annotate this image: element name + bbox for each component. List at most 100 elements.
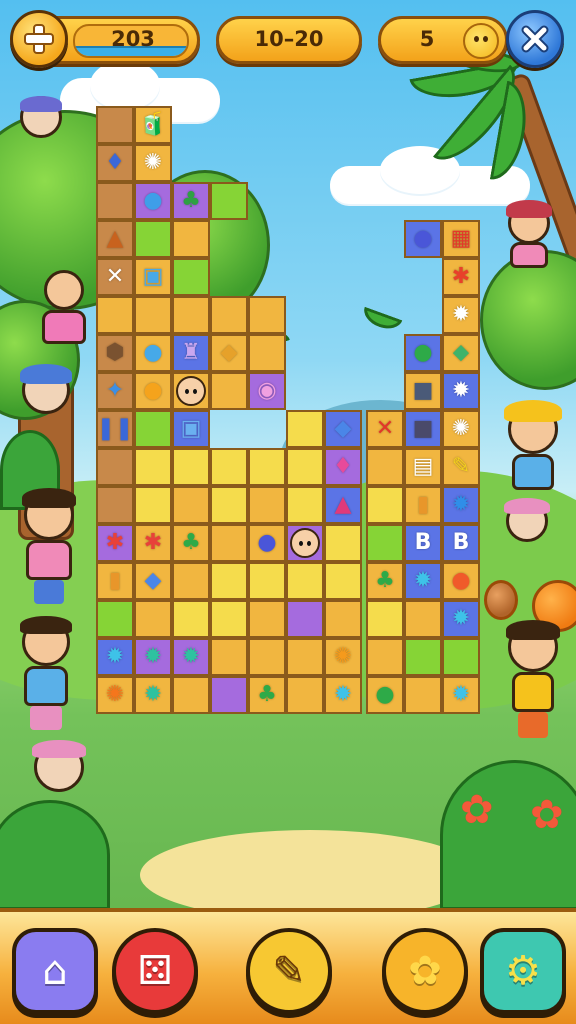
board-cell-empty[interactable] xyxy=(286,562,324,600)
board-tile[interactable]: ✱ xyxy=(96,524,134,562)
board-tile[interactable]: ✦ xyxy=(96,372,134,410)
board-cell-empty[interactable] xyxy=(134,220,172,258)
board-cell-empty[interactable] xyxy=(286,410,324,448)
board-tile[interactable]: ✹ xyxy=(442,676,480,714)
board-cell-empty[interactable] xyxy=(286,524,324,562)
board-tile[interactable]: ● xyxy=(404,334,442,372)
board-tile[interactable]: ✹ xyxy=(324,676,362,714)
board-tile[interactable]: ♦ xyxy=(96,144,134,182)
board-tile[interactable]: ✕ xyxy=(366,410,404,448)
board-tile[interactable]: ✹ xyxy=(442,486,480,524)
board-tile[interactable]: ▣ xyxy=(134,258,172,296)
board-cell-empty[interactable] xyxy=(324,562,362,600)
board-cell-empty[interactable] xyxy=(172,448,210,486)
board-tile[interactable]: ■ xyxy=(404,372,442,410)
board-cell-empty[interactable] xyxy=(172,296,210,334)
board-tile[interactable]: ✺ xyxy=(134,144,172,182)
board-cell-empty[interactable] xyxy=(442,638,480,676)
board-cell-empty[interactable] xyxy=(248,296,286,334)
board-tile[interactable]: ◆ xyxy=(210,334,248,372)
board-tile[interactable]: ● xyxy=(134,334,172,372)
board-tile[interactable]: ▤ xyxy=(404,448,442,486)
board-cell-empty[interactable] xyxy=(248,600,286,638)
board-cell-empty[interactable] xyxy=(210,372,248,410)
add-button[interactable] xyxy=(10,10,68,68)
board-cell-empty[interactable] xyxy=(366,600,404,638)
board-tile[interactable]: ✱ xyxy=(442,258,480,296)
board-cell-empty[interactable] xyxy=(366,448,404,486)
board-cell-empty[interactable] xyxy=(404,638,442,676)
board-cell-empty[interactable] xyxy=(366,486,404,524)
search-settings-button[interactable]: ⚙ xyxy=(480,928,566,1014)
board-tile[interactable]: ▲ xyxy=(324,486,362,524)
board-tile[interactable]: ✹ xyxy=(442,372,480,410)
board-tile[interactable]: ● xyxy=(134,182,172,220)
board-tile[interactable]: ● xyxy=(248,524,286,562)
board-cell-empty[interactable] xyxy=(210,296,248,334)
board-cell-empty[interactable] xyxy=(404,676,442,714)
board-cell-empty[interactable] xyxy=(172,676,210,714)
board-tile[interactable]: ✹ xyxy=(442,600,480,638)
board-cell-empty[interactable] xyxy=(248,486,286,524)
board-cell-empty[interactable] xyxy=(210,182,248,220)
board-tile[interactable]: ✹ xyxy=(172,638,210,676)
board-cell-empty[interactable] xyxy=(172,600,210,638)
board-cell-empty[interactable] xyxy=(248,334,286,372)
board-cell-empty[interactable] xyxy=(134,486,172,524)
board-tile[interactable]: ♣ xyxy=(366,562,404,600)
board-cell-empty[interactable] xyxy=(366,524,404,562)
board-tile[interactable]: ▮ xyxy=(404,486,442,524)
board-tile[interactable]: ✹ xyxy=(96,638,134,676)
board-tile[interactable]: ⬥ xyxy=(442,334,480,372)
brush-button[interactable]: ✎ xyxy=(246,928,332,1014)
board-tile[interactable]: ✎ xyxy=(442,448,480,486)
board-tile[interactable]: ✱ xyxy=(134,524,172,562)
board-cell-empty[interactable] xyxy=(172,372,210,410)
dice-button[interactable]: ⚄ xyxy=(112,928,198,1014)
board-tile[interactable]: ❚❚ xyxy=(96,410,134,448)
board-cell-empty[interactable] xyxy=(134,410,172,448)
board-cell-empty[interactable] xyxy=(248,562,286,600)
board-cell-empty[interactable] xyxy=(286,638,324,676)
board-cell-empty[interactable] xyxy=(172,220,210,258)
board-cell-empty[interactable] xyxy=(210,562,248,600)
board-tile[interactable]: ● xyxy=(366,676,404,714)
board-cell-empty[interactable] xyxy=(96,600,134,638)
board-cell-empty[interactable] xyxy=(286,676,324,714)
board-cell-empty[interactable] xyxy=(366,638,404,676)
board-tile[interactable]: ✺ xyxy=(324,638,362,676)
board-tile[interactable]: ▮ xyxy=(96,562,134,600)
board-cell-empty[interactable] xyxy=(210,600,248,638)
board-cell-empty[interactable] xyxy=(210,638,248,676)
board-tile[interactable]: ♦ xyxy=(324,448,362,486)
board-tile[interactable]: ✺ xyxy=(96,676,134,714)
board-tile[interactable]: ● xyxy=(442,562,480,600)
board-tile[interactable]: ▣ xyxy=(172,410,210,448)
board-cell-empty[interactable] xyxy=(172,486,210,524)
board-cell-empty[interactable] xyxy=(134,600,172,638)
board-cell-empty[interactable] xyxy=(172,562,210,600)
board-cell-empty[interactable] xyxy=(96,448,134,486)
board-cell-empty[interactable] xyxy=(96,296,134,334)
board-tile[interactable]: ✕ xyxy=(96,258,134,296)
board-tile[interactable]: ✹ xyxy=(404,562,442,600)
board-tile[interactable]: ✹ xyxy=(134,638,172,676)
board-cell-empty[interactable] xyxy=(324,524,362,562)
close-button[interactable] xyxy=(506,10,564,68)
board-cell-empty[interactable] xyxy=(96,182,134,220)
board-tile[interactable]: ♣ xyxy=(172,182,210,220)
board-tile[interactable]: ♣ xyxy=(172,524,210,562)
board-tile[interactable]: ◆ xyxy=(134,562,172,600)
board-cell-empty[interactable] xyxy=(324,600,362,638)
board-tile[interactable]: B xyxy=(404,524,442,562)
board-cell-empty[interactable] xyxy=(286,600,324,638)
board-cell-empty[interactable] xyxy=(210,676,248,714)
board-cell-empty[interactable] xyxy=(286,448,324,486)
board-tile[interactable]: ▲ xyxy=(96,220,134,258)
board-tile[interactable]: ✹ xyxy=(442,296,480,334)
board-tile[interactable]: ♜ xyxy=(172,334,210,372)
board-tile[interactable]: ♣ xyxy=(248,676,286,714)
board-cell-empty[interactable] xyxy=(96,486,134,524)
board-tile[interactable]: B xyxy=(442,524,480,562)
board-tile[interactable]: ■ xyxy=(404,410,442,448)
